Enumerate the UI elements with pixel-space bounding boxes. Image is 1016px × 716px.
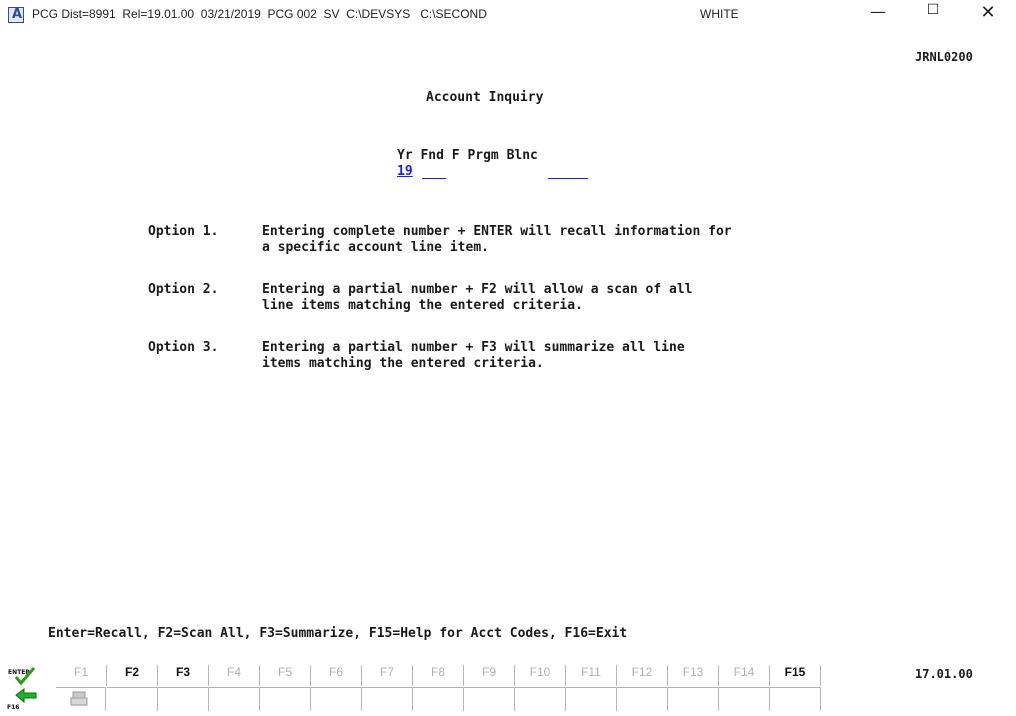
- fkey-row2-cell: [413, 687, 464, 711]
- window-title: PCG Dist=8991 Rel=19.01.00 03/21/2019 PC…: [32, 7, 487, 21]
- fkey-f6-button[interactable]: F6: [311, 665, 362, 686]
- fkey-row2-cell: [464, 687, 515, 711]
- option-2-line1: Entering a partial number + F2 will allo…: [262, 282, 693, 297]
- fkey-f2-button[interactable]: F2: [107, 665, 158, 686]
- function-key-bar: ENTER F16 F1 F2 F3 F4 F5 F6 F7 F8 F9 F10 F11 F12 F13…: [6, 665, 821, 711]
- fkey-f14-button[interactable]: F14: [719, 665, 770, 686]
- exit-arrow-icon: F16: [7, 688, 37, 711]
- screen-id: JRNL0200: [915, 50, 973, 64]
- fkey-f8-button[interactable]: F8: [413, 665, 464, 686]
- minimize-button[interactable]: —: [855, 2, 901, 30]
- fkey-f7-button[interactable]: F7: [362, 665, 413, 686]
- app-icon[interactable]: A: [8, 7, 24, 23]
- fkey-row2-cell: [515, 687, 566, 711]
- window-user: WHITE: [700, 7, 739, 21]
- maximize-button[interactable]: ☐: [910, 2, 956, 30]
- printer-icon: [70, 691, 88, 706]
- fkey-row2-cell: [107, 687, 158, 711]
- fund-input[interactable]: [422, 164, 446, 179]
- fkey-f10-button[interactable]: F10: [515, 665, 566, 686]
- close-button[interactable]: ✕: [965, 2, 1011, 30]
- option-1-label: Option 1.: [148, 224, 219, 239]
- option-3-line1: Entering a partial number + F3 will summ…: [262, 340, 685, 355]
- option-2-line2: line items matching the entered criteria…: [262, 298, 583, 313]
- fkey-f12-button[interactable]: F12: [617, 665, 668, 686]
- fkey-row2-cell: [362, 687, 413, 711]
- exit-key-button[interactable]: F16: [6, 687, 38, 711]
- option-2-label: Option 2.: [148, 282, 219, 297]
- fkey-f4-button[interactable]: F4: [209, 665, 260, 686]
- account-field-header: Yr Fnd F Prgm Blnc: [397, 148, 538, 163]
- balance-input[interactable]: [548, 164, 588, 179]
- fkey-f1-button[interactable]: F1: [56, 665, 107, 686]
- version-label: 17.01.00: [915, 667, 973, 681]
- enter-key-button[interactable]: ENTER: [6, 665, 38, 686]
- exit-key-text: F16: [7, 704, 19, 711]
- app-icon-letter: A: [12, 7, 23, 22]
- option-3-line2: items matching the entered criteria.: [262, 356, 544, 371]
- fkey-row2-cell: [668, 687, 719, 711]
- fkey-row2-cell: [566, 687, 617, 711]
- fkey-row2-cell: [158, 687, 209, 711]
- fkey-f11-button[interactable]: F11: [566, 665, 617, 686]
- fkey-row2-cell: [311, 687, 362, 711]
- option-3-label: Option 3.: [148, 340, 219, 355]
- fkey-row2-cell: [617, 687, 668, 711]
- fkey-f15-button[interactable]: F15: [770, 665, 821, 686]
- print-key-button[interactable]: [56, 687, 106, 711]
- page-title: Account Inquiry: [426, 90, 544, 105]
- window-titlebar: A PCG Dist=8991 Rel=19.01.00 03/21/2019 …: [0, 0, 1016, 30]
- option-1-line2: a specific account line item.: [262, 240, 489, 255]
- fkey-row2-cell: [770, 687, 821, 711]
- fkey-row2-cell: [209, 687, 260, 711]
- option-1-line1: Entering complete number + ENTER will re…: [262, 224, 732, 239]
- fkey-row2-cell: [260, 687, 311, 711]
- fkey-f13-button[interactable]: F13: [668, 665, 719, 686]
- fkey-row2-cell: [719, 687, 770, 711]
- fkey-f9-button[interactable]: F9: [464, 665, 515, 686]
- fkey-f5-button[interactable]: F5: [260, 665, 311, 686]
- fkey-f3-button[interactable]: F3: [158, 665, 209, 686]
- year-input[interactable]: 19: [397, 164, 413, 179]
- function-key-help-line: Enter=Recall, F2=Scan All, F3=Summarize,…: [48, 626, 628, 641]
- enter-check-icon: ENTER: [8, 667, 36, 686]
